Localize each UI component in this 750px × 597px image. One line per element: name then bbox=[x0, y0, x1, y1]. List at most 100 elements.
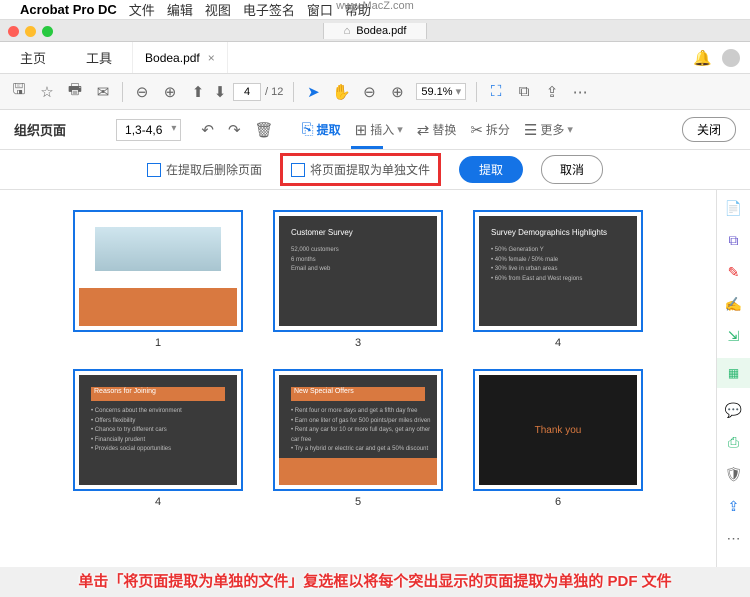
slide-body-text: • 50% Generation Y• 40% female / 50% mal… bbox=[491, 246, 582, 284]
page-number-label: 6 bbox=[555, 496, 561, 508]
fit-page-icon[interactable]: ⛶ bbox=[487, 83, 505, 101]
notification-icon[interactable]: 🔔 bbox=[693, 49, 712, 67]
more-list-icon: ☰ bbox=[524, 121, 537, 139]
separate-files-label: 将页面提取为单独文件 bbox=[310, 161, 430, 178]
extract-label: 提取 bbox=[317, 121, 341, 138]
page-range-select[interactable]: 1,3-4,6 bbox=[116, 119, 181, 141]
minimize-window-button[interactable] bbox=[25, 26, 36, 37]
account-avatar[interactable] bbox=[722, 49, 740, 67]
hand-tool-icon[interactable]: ✋ bbox=[332, 83, 350, 101]
app-name[interactable]: Acrobat Pro DC bbox=[20, 2, 117, 17]
page-thumbnail[interactable]: Reasons for Joining • Concerns about the… bbox=[73, 369, 243, 508]
tab-extract[interactable]: ⎘ 提取 bbox=[302, 121, 341, 138]
page-thumbnail[interactable]: Customer Survey 52,000 customers6 months… bbox=[273, 210, 443, 349]
page-thumbnail[interactable]: Thank you 6 bbox=[473, 369, 643, 508]
page-thumbnail[interactable]: Survey Demographics Highlights • 50% Gen… bbox=[473, 210, 643, 349]
tab-tools[interactable]: 工具 bbox=[66, 42, 132, 73]
insert-label: 插入 bbox=[370, 121, 394, 138]
protect-icon[interactable]: 🛡 bbox=[724, 464, 744, 484]
select-tool-icon[interactable]: ➤ bbox=[304, 83, 322, 101]
export-pdf-icon[interactable]: ⇲ bbox=[724, 326, 744, 346]
share-tool-icon[interactable]: ⇪ bbox=[724, 496, 744, 516]
page-number-label: 1 bbox=[155, 337, 161, 349]
main-toolbar: 🖫 ☆ 🖶 ✉ ⊖ ⊕ ⬆ ⬇ / 12 ➤ ✋ ⊖ ⊕ 59.1% ▾ ⛶ ⧉… bbox=[0, 74, 750, 110]
read-mode-icon[interactable]: ⧉ bbox=[515, 83, 533, 101]
more-tools-icon[interactable]: ⋯ bbox=[724, 528, 744, 548]
toolbar-divider bbox=[122, 82, 123, 102]
document-title-tab[interactable]: ⌂ Bodea.pdf bbox=[323, 23, 428, 39]
delete-after-checkbox[interactable]: 在提取后删除页面 bbox=[147, 161, 262, 178]
organize-title: 组织页面 bbox=[14, 120, 66, 139]
comment-icon[interactable]: 💬 bbox=[724, 400, 744, 420]
extract-options-row: 在提取后删除页面 将页面提取为单独文件 提取 取消 bbox=[0, 150, 750, 190]
tab-document[interactable]: Bodea.pdf × bbox=[132, 42, 228, 73]
rotate-right-icon[interactable]: ↷ bbox=[228, 121, 241, 139]
replace-label: 替换 bbox=[432, 121, 456, 138]
share-icon[interactable]: ⇪ bbox=[543, 83, 561, 101]
menu-window[interactable]: 窗口 bbox=[307, 0, 333, 19]
cancel-button[interactable]: 取消 bbox=[541, 155, 603, 184]
mail-icon[interactable]: ✉ bbox=[94, 83, 112, 101]
combine-files-icon[interactable]: ⧉ bbox=[724, 230, 744, 250]
home-icon: ⌂ bbox=[344, 25, 351, 37]
page-number-input[interactable] bbox=[233, 83, 261, 101]
organize-bar: 组织页面 1,3-4,6 ↶ ↷ 🗑 ⎘ 提取 ⊞ 插入 ▾ ⇄ 替换 ✂ 拆分… bbox=[0, 110, 750, 150]
menu-esign[interactable]: 电子签名 bbox=[243, 0, 295, 19]
primary-nav: 主页 工具 Bodea.pdf × 🔔 bbox=[0, 42, 750, 74]
print-icon[interactable]: 🖶 bbox=[66, 83, 84, 101]
zoom-out-icon[interactable]: ⊖ bbox=[133, 83, 151, 101]
page-number-label: 4 bbox=[155, 496, 161, 508]
menu-file[interactable]: 文件 bbox=[129, 0, 155, 19]
slide-title: Thank you bbox=[535, 425, 582, 436]
separate-files-checkbox[interactable]: 将页面提取为单独文件 bbox=[291, 161, 430, 178]
close-panel-button[interactable]: 关闭 bbox=[682, 117, 736, 142]
tab-replace[interactable]: ⇄ 替换 bbox=[417, 121, 457, 139]
page-thumbnail[interactable]: New Special Offers • Rent four or more d… bbox=[273, 369, 443, 508]
zoom-in-icon[interactable]: ⊕ bbox=[161, 83, 179, 101]
thumbnails-grid: 1 Customer Survey 52,000 customers6 mont… bbox=[0, 190, 716, 567]
checkbox-icon bbox=[147, 163, 161, 177]
star-icon[interactable]: ☆ bbox=[38, 83, 56, 101]
sign-icon[interactable]: ✍ bbox=[724, 294, 744, 314]
checkbox-icon bbox=[291, 163, 305, 177]
organize-pages-icon[interactable]: ▦ bbox=[717, 358, 750, 388]
page-number-label: 3 bbox=[355, 337, 361, 349]
page-up-icon[interactable]: ⬆ bbox=[189, 83, 207, 101]
tab-home[interactable]: 主页 bbox=[0, 42, 66, 73]
tab-split[interactable]: ✂ 拆分 bbox=[470, 121, 510, 139]
page-navigator: ⬆ ⬇ / 12 bbox=[189, 83, 283, 101]
tab-insert[interactable]: ⊞ 插入 ▾ bbox=[355, 121, 403, 139]
zoom-dropdown[interactable]: 59.1% ▾ bbox=[416, 83, 466, 100]
zoom-minus-icon[interactable]: ⊖ bbox=[360, 83, 378, 101]
save-icon[interactable]: 🖫 bbox=[10, 83, 28, 101]
page-number-label: 5 bbox=[355, 496, 361, 508]
slide-title: Survey Demographics Highlights bbox=[491, 228, 607, 237]
active-tab-underline bbox=[351, 146, 383, 149]
page-down-icon[interactable]: ⬇ bbox=[211, 83, 229, 101]
toolbar-divider bbox=[293, 82, 294, 102]
chevron-down-icon: ▾ bbox=[397, 123, 403, 136]
maximize-window-button[interactable] bbox=[42, 26, 53, 37]
zoom-plus-icon[interactable]: ⊕ bbox=[388, 83, 406, 101]
tab-more[interactable]: ☰ 更多 ▾ bbox=[524, 121, 573, 139]
create-pdf-icon[interactable]: 📄 bbox=[724, 198, 744, 218]
page-number-label: 4 bbox=[555, 337, 561, 349]
split-icon: ✂ bbox=[470, 121, 483, 139]
slide-title: Customer Survey bbox=[291, 228, 353, 237]
document-title: Bodea.pdf bbox=[356, 25, 406, 37]
close-window-button[interactable] bbox=[8, 26, 19, 37]
replace-icon: ⇄ bbox=[417, 121, 430, 139]
menu-edit[interactable]: 编辑 bbox=[167, 0, 193, 19]
extract-button[interactable]: 提取 bbox=[459, 156, 523, 183]
scan-ocr-icon[interactable]: ⎙ bbox=[724, 432, 744, 452]
edit-pdf-icon[interactable]: ✎ bbox=[724, 262, 744, 282]
more-icon[interactable]: ⋯ bbox=[571, 83, 589, 101]
page-thumbnail[interactable]: 1 bbox=[73, 210, 243, 349]
rotate-left-icon[interactable]: ↶ bbox=[201, 121, 214, 139]
delete-page-icon[interactable]: 🗑 bbox=[255, 121, 274, 139]
watermark-text: www.MacZ.com bbox=[336, 0, 414, 12]
slide-body-text: • Rent four or more days and get a fifth… bbox=[291, 407, 437, 455]
menu-view[interactable]: 视图 bbox=[205, 0, 231, 19]
slide-body-text: • Concerns about the environment• Offers… bbox=[91, 407, 182, 455]
close-tab-icon[interactable]: × bbox=[208, 51, 215, 65]
